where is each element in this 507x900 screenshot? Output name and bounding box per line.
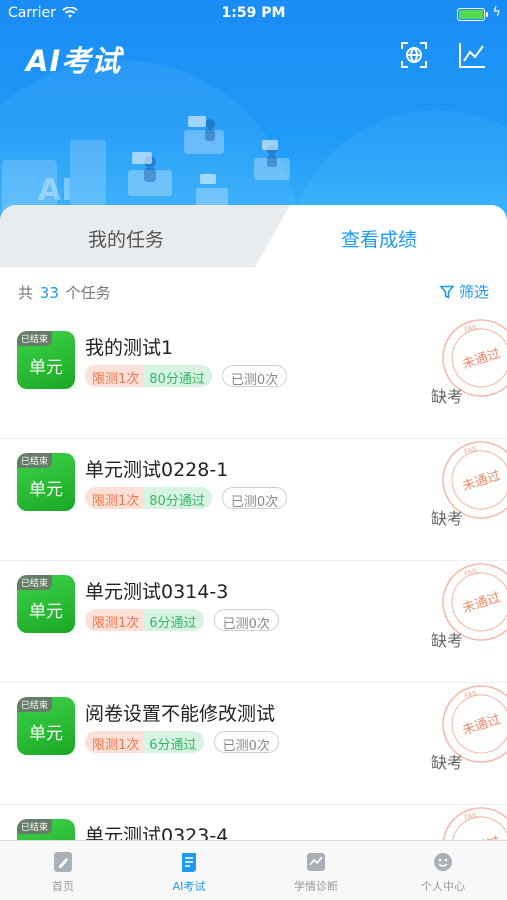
unit-icon: 已结束 单元 bbox=[17, 453, 75, 511]
svg-text:AI: AI bbox=[38, 173, 72, 208]
count-number: 33 bbox=[39, 284, 59, 302]
nav-home[interactable]: 首页 bbox=[0, 841, 126, 900]
result-status: 缺考 bbox=[431, 753, 464, 772]
nav-profile[interactable]: 个人中心 bbox=[380, 841, 506, 900]
task-summary: 共 33 个任务 筛选 bbox=[0, 267, 507, 317]
task-tags: 限测1次 6分通过 已测0次 bbox=[85, 609, 279, 632]
result-status: 缺考 bbox=[431, 387, 464, 406]
nav-ai-exam[interactable]: AI考试 bbox=[126, 841, 252, 900]
stamp-ring-text: FAIL bbox=[463, 566, 479, 578]
task-title: 阅卷设置不能修改测试 bbox=[85, 703, 276, 725]
task-title: 单元测试0314-3 bbox=[85, 581, 229, 603]
unit-label: 单元 bbox=[29, 480, 63, 500]
stamp-ring-text: FAIL bbox=[463, 444, 479, 456]
app-logo: AI考试 bbox=[26, 44, 122, 78]
profile-icon bbox=[434, 853, 452, 871]
line-chart-icon bbox=[459, 43, 485, 68]
attempts-taken-tag: 已测0次 bbox=[213, 609, 279, 632]
task-list: 已结束 单元 我的测试1 限测1次 80分通过 已测0次 FAIL 未通过 缺考… bbox=[0, 317, 507, 900]
task-tags: 限测1次 6分通过 已测0次 bbox=[85, 731, 279, 754]
unit-label: 单元 bbox=[29, 602, 63, 622]
pass-score-tag: 6分通过 bbox=[144, 609, 204, 631]
status-bar: Carrier 1:59 PM ϟ bbox=[0, 0, 507, 28]
stamp-ring-text: FAIL bbox=[463, 322, 479, 334]
unit-icon: 已结束 单元 bbox=[17, 575, 75, 633]
statistics-button[interactable] bbox=[457, 40, 487, 70]
nav-profile-label: 个人中心 bbox=[421, 880, 465, 893]
filter-button[interactable]: 筛选 bbox=[439, 281, 489, 302]
battery-icon bbox=[457, 8, 488, 21]
attempts-taken-tag: 已测0次 bbox=[221, 365, 288, 388]
rule-tags: 限测1次 6分通过 bbox=[85, 609, 204, 631]
pass-score-tag: 80分通过 bbox=[144, 487, 212, 509]
ai-exam-icon bbox=[182, 853, 196, 872]
list-item[interactable]: 已结束 单元 我的测试1 限测1次 80分通过 已测0次 FAIL 未通过 缺考 bbox=[0, 317, 507, 439]
unit-label: 单元 bbox=[29, 724, 63, 744]
list-item[interactable]: 已结束 单元 单元测试0314-3 限测1次 6分通过 已测0次 FAIL 未通… bbox=[0, 561, 507, 683]
tab-my-tasks-label: 我的任务 bbox=[88, 229, 165, 251]
list-item[interactable]: 已结束 单元 单元测试0228-1 限测1次 80分通过 已测0次 FAIL 未… bbox=[0, 439, 507, 561]
task-tags: 限测1次 80分通过 已测0次 bbox=[85, 487, 288, 510]
stamp-text: 未通过 bbox=[461, 346, 503, 372]
pass-score-tag: 80分通过 bbox=[144, 365, 212, 387]
unit-label: 单元 bbox=[29, 358, 63, 378]
count-suffix: 个任务 bbox=[65, 284, 111, 302]
count-prefix: 共 bbox=[18, 284, 34, 302]
unit-icon: 已结束 单元 bbox=[17, 697, 75, 755]
rule-tags: 限测1次 6分通过 bbox=[85, 731, 204, 753]
ended-badge: 已结束 bbox=[17, 819, 53, 834]
task-title: 单元测试0228-1 bbox=[85, 459, 229, 481]
task-title: 我的测试1 bbox=[85, 337, 174, 359]
task-count: 共 33 个任务 bbox=[18, 282, 111, 303]
status-time: 1:59 PM bbox=[221, 5, 286, 21]
rule-tags: 限测1次 80分通过 bbox=[85, 365, 212, 387]
attempts-taken-tag: 已测0次 bbox=[221, 487, 288, 510]
task-tags: 限测1次 80分通过 已测0次 bbox=[85, 365, 288, 388]
nav-ai-exam-label: AI考试 bbox=[172, 880, 206, 893]
nav-diagnosis[interactable]: 学情诊断 bbox=[253, 841, 379, 900]
stamp-ring-text: FAIL bbox=[463, 810, 479, 822]
scan-globe-icon bbox=[401, 42, 427, 68]
ended-badge: 已结束 bbox=[17, 453, 53, 468]
diagnosis-icon bbox=[307, 853, 325, 871]
ended-badge: 已结束 bbox=[17, 575, 53, 590]
nav-diagnosis-label: 学情诊断 bbox=[294, 880, 338, 893]
stamp-text: 未通过 bbox=[461, 712, 503, 738]
nav-home-label: 首页 bbox=[52, 880, 74, 893]
attempt-limit-tag: 限测1次 bbox=[85, 609, 145, 631]
stamp-text: 未通过 bbox=[461, 590, 503, 616]
pass-score-tag: 6分通过 bbox=[144, 731, 204, 753]
ended-badge: 已结束 bbox=[17, 697, 53, 712]
result-status: 缺考 bbox=[431, 631, 464, 650]
scan-globe-button[interactable] bbox=[399, 40, 429, 70]
attempt-limit-tag: 限测1次 bbox=[85, 365, 145, 387]
stamp-text: 未通过 bbox=[461, 468, 503, 494]
list-item[interactable]: 已结束 单元 阅卷设置不能修改测试 限测1次 6分通过 已测0次 FAIL 未通… bbox=[0, 683, 507, 805]
tab-bar: 我的任务 查看成绩 bbox=[0, 205, 507, 267]
charging-icon: ϟ bbox=[492, 5, 501, 20]
stamp-ring-text: FAIL bbox=[463, 688, 479, 700]
filter-icon bbox=[439, 285, 455, 299]
result-status: 缺考 bbox=[431, 509, 464, 528]
attempts-taken-tag: 已测0次 bbox=[213, 731, 279, 754]
home-icon bbox=[54, 852, 72, 872]
ended-badge: 已结束 bbox=[17, 331, 53, 346]
rule-tags: 限测1次 80分通过 bbox=[85, 487, 212, 509]
filter-label: 筛选 bbox=[458, 283, 489, 301]
bottom-nav: 首页 AI考试 学情诊断 个人中心 bbox=[0, 840, 507, 900]
attempt-limit-tag: 限测1次 bbox=[85, 731, 145, 753]
header-banner: AI Carrier 1:59 PM ϟ AI考试 bbox=[0, 0, 507, 240]
tab-view-scores-label: 查看成绩 bbox=[341, 229, 418, 251]
attempt-limit-tag: 限测1次 bbox=[85, 487, 145, 509]
unit-icon: 已结束 单元 bbox=[17, 331, 75, 389]
